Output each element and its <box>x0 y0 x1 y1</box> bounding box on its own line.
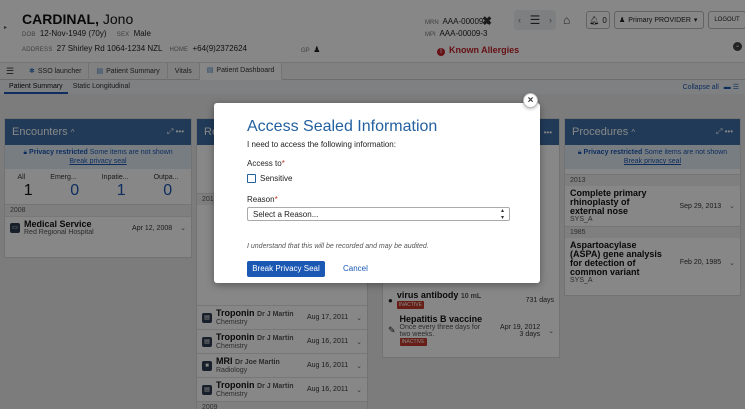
close-icon[interactable]: × <box>523 93 538 108</box>
dialog-intro: I need to access the following informati… <box>247 140 396 149</box>
required-marker: * <box>274 195 278 204</box>
reason-label: Reason* <box>247 195 278 204</box>
audit-notice: I understand that this will be recorded … <box>247 243 429 250</box>
reason-text: Reason <box>247 195 275 204</box>
sensitive-label: Sensitive <box>260 174 293 183</box>
break-privacy-seal-button[interactable]: Break Privacy Seal <box>247 261 325 277</box>
dialog-title: Access Sealed Information <box>247 118 438 135</box>
select-arrows-icon: ▴ ▾ <box>500 208 504 221</box>
reason-placeholder: Select a Reason... <box>253 209 319 219</box>
reason-select[interactable]: Select a Reason... ▴ ▾ <box>247 207 510 221</box>
access-to-label: Access to* <box>247 159 285 168</box>
sensitive-checkbox[interactable]: Sensitive <box>247 174 292 183</box>
cancel-button[interactable]: Cancel <box>343 264 368 273</box>
access-sealed-information-dialog: × Access Sealed Information I need to ac… <box>214 93 540 283</box>
checkbox-box[interactable] <box>247 174 256 183</box>
required-marker: * <box>281 159 285 168</box>
access-to-text: Access to <box>247 159 282 168</box>
